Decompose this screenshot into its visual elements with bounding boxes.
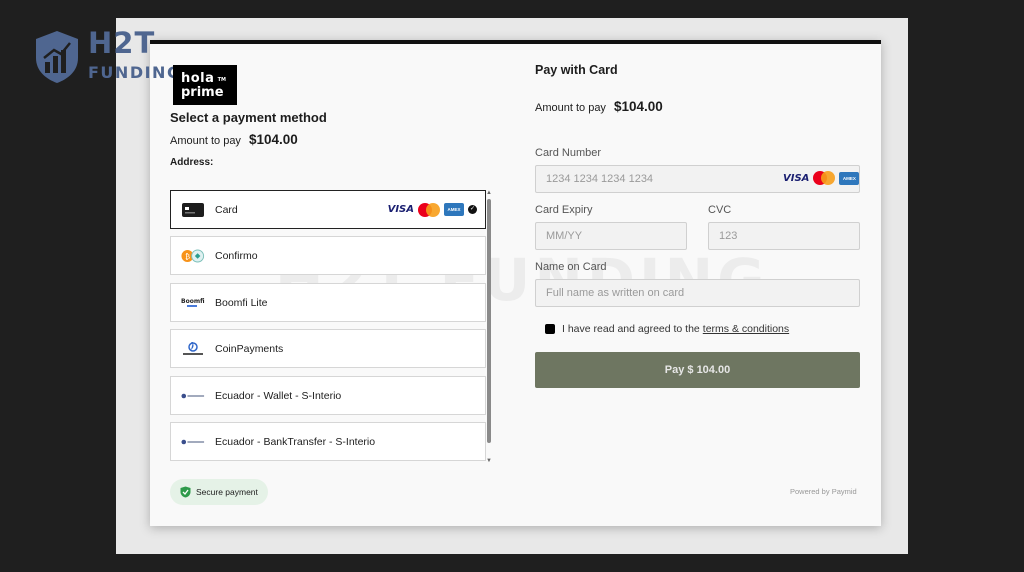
powered-by-text: Powered by Paymid xyxy=(790,487,857,496)
merchant-logo-line2: prime xyxy=(181,85,224,100)
card-expiry-label: Card Expiry xyxy=(535,204,593,216)
method-label: Ecuador - Wallet - S-Interio xyxy=(215,389,342,402)
method-coinpayments[interactable]: CoinPayments xyxy=(170,329,486,368)
scroll-down-arrow-icon[interactable]: ▼ xyxy=(486,458,492,464)
merchant-logo-line1: hola xyxy=(181,71,215,86)
secure-payment-badge: Secure payment xyxy=(170,479,268,505)
mastercard-logo xyxy=(418,202,440,217)
terms-agreement-text: I have read and agreed to the xyxy=(562,323,700,335)
cvc-input[interactable] xyxy=(708,222,860,250)
scroll-up-arrow-icon[interactable]: ▲ xyxy=(486,190,492,196)
method-card[interactable]: Card VISA AMEX ✓ xyxy=(170,190,486,229)
left-amount-row: Amount to pay $104.00 xyxy=(170,132,298,147)
pay-with-card-title: Pay with Card xyxy=(535,63,618,77)
secure-payment-label: Secure payment xyxy=(196,487,258,497)
ecuador-icon xyxy=(181,388,205,404)
h2t-brand-logo: H2T FUNDING xyxy=(30,26,182,86)
amex-logo: AMEX xyxy=(839,171,860,185)
svg-text:₿: ₿ xyxy=(185,250,190,260)
method-ecuador-wallet[interactable]: Ecuador - Wallet - S-Interio xyxy=(170,376,486,415)
selected-check-icon: ✓ xyxy=(468,205,477,214)
method-label: Ecuador - BankTransfer - S-Interio xyxy=(215,435,376,448)
terms-checkbox[interactable] xyxy=(545,324,555,334)
merchant-logo-tm: TM xyxy=(217,77,226,83)
cvc-label: CVC xyxy=(708,204,732,216)
svg-text:Boomfi: Boomfi xyxy=(181,298,205,305)
select-method-title: Select a payment method xyxy=(170,110,327,125)
terms-agreement-row: I have read and agreed to the terms & co… xyxy=(545,323,789,335)
card-expiry-input[interactable] xyxy=(535,222,687,250)
amount-label: Amount to pay xyxy=(170,135,241,147)
amex-logo: AMEX xyxy=(444,203,464,216)
ecuador-icon xyxy=(181,434,205,450)
brand-subtitle: FUNDING xyxy=(88,63,182,82)
method-confirmo[interactable]: ₿ Confirmo xyxy=(170,236,486,275)
mastercard-logo xyxy=(813,171,836,185)
brand-title: H2T xyxy=(88,26,156,60)
card-brand-logos: VISA AMEX ✓ xyxy=(387,202,477,217)
amount-label: Amount to pay xyxy=(535,102,606,114)
amount-value: $104.00 xyxy=(248,132,298,147)
coinpayments-icon xyxy=(181,341,205,357)
scroll-thumb[interactable] xyxy=(487,199,491,443)
visa-logo: VISA xyxy=(783,172,810,184)
visa-logo: VISA xyxy=(387,204,414,215)
name-on-card-input[interactable] xyxy=(535,279,860,307)
card-icon xyxy=(181,202,205,218)
method-label: Confirmo xyxy=(215,249,258,262)
name-on-card-label: Name on Card xyxy=(535,261,607,273)
crypto-icon: ₿ xyxy=(181,248,205,264)
method-label: Card xyxy=(215,203,238,216)
shield-check-icon xyxy=(180,486,191,498)
right-amount-row: Amount to pay $104.00 xyxy=(535,99,663,114)
method-list-scrollbar[interactable]: ▲ ▼ xyxy=(486,190,492,466)
method-ecuador-banktransfer[interactable]: Ecuador - BankTransfer - S-Interio xyxy=(170,422,486,461)
pay-button[interactable]: Pay $ 104.00 xyxy=(535,352,860,388)
method-label: Boomfi Lite xyxy=(215,296,268,309)
shield-chart-icon xyxy=(36,31,78,83)
terms-conditions-link[interactable]: terms & conditions xyxy=(703,323,789,335)
amount-value: $104.00 xyxy=(613,99,663,114)
method-label: CoinPayments xyxy=(215,342,284,355)
card-number-label: Card Number xyxy=(535,147,602,159)
boomfi-icon: Boomfi xyxy=(181,295,205,311)
merchant-logo: hola prime TM xyxy=(173,65,237,105)
card-number-brand-logos: VISA AMEX xyxy=(783,171,860,185)
method-boomfi-lite[interactable]: Boomfi Boomfi Lite xyxy=(170,283,486,322)
address-label: Address: xyxy=(170,157,214,168)
